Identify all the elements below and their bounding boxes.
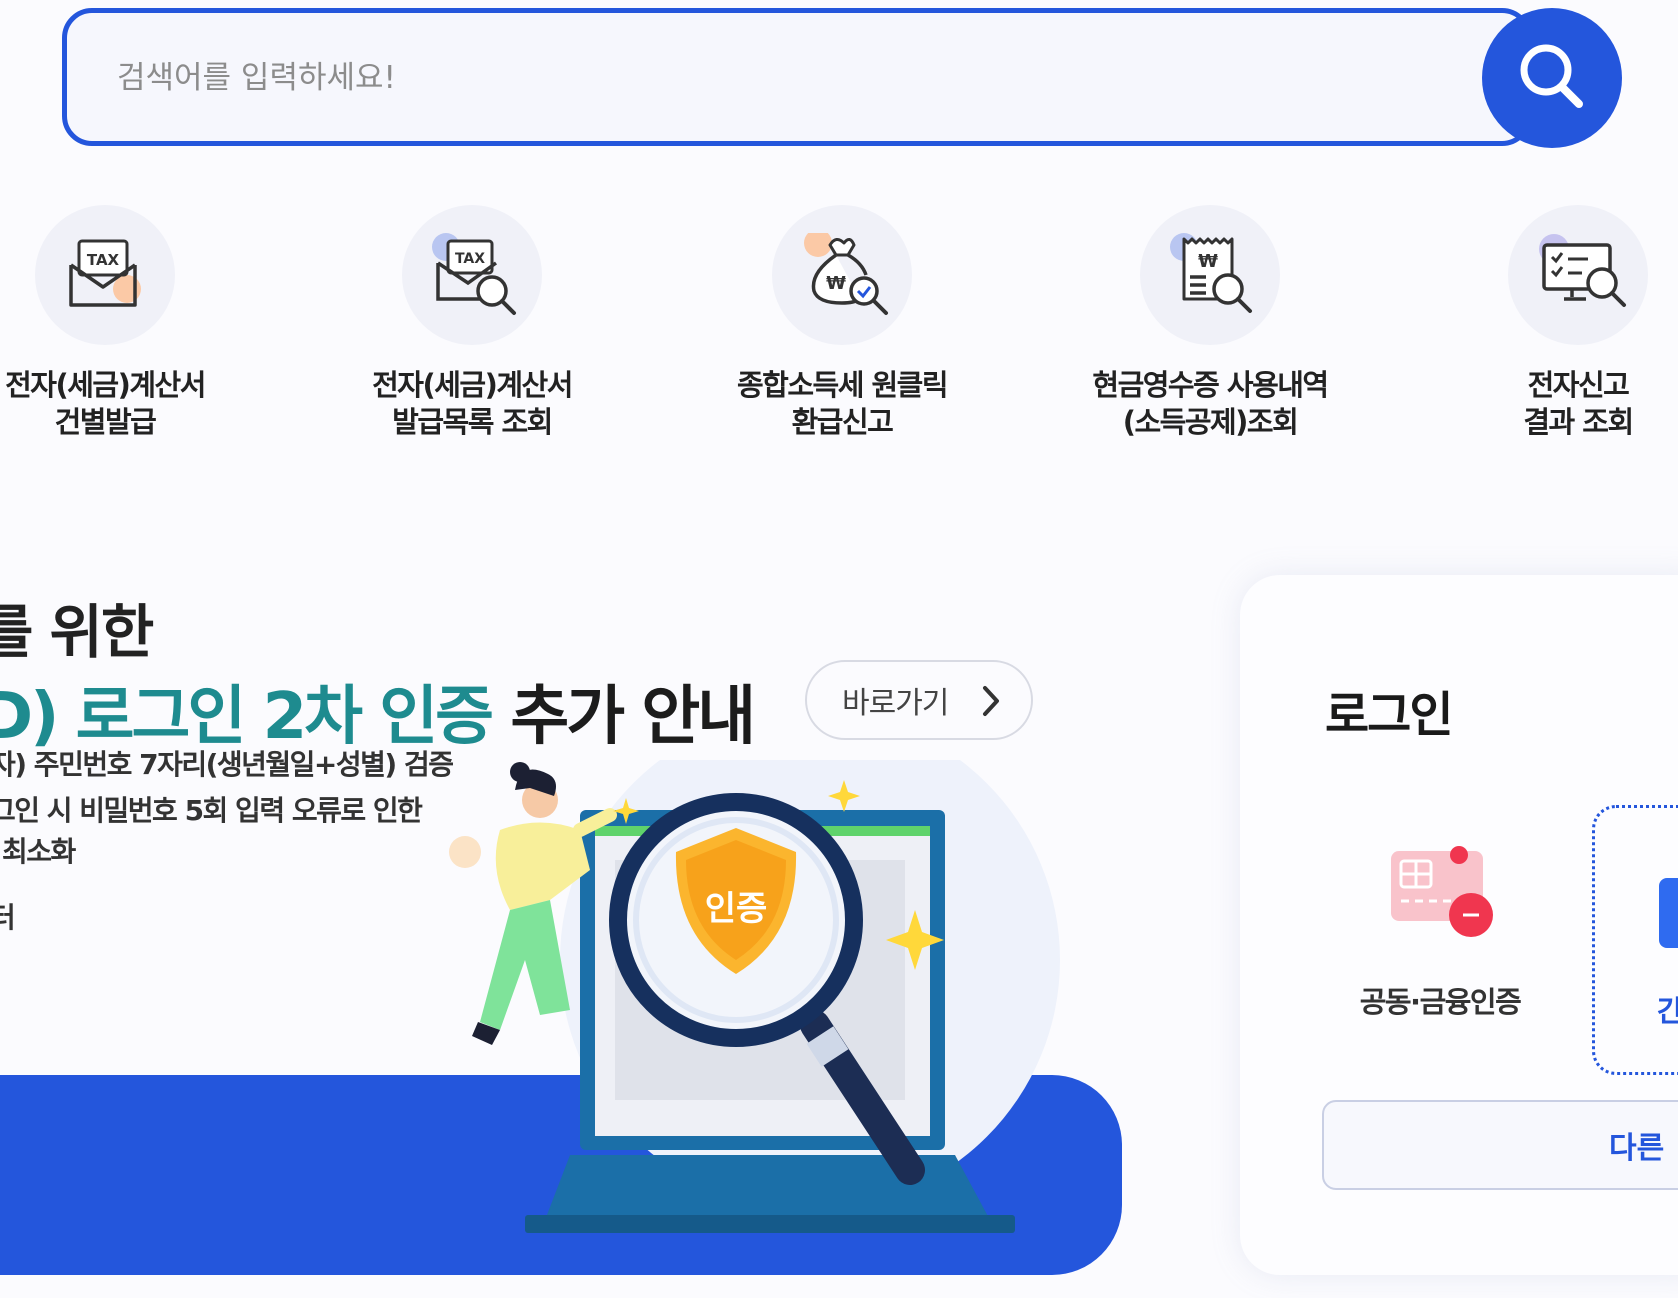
monitor-check-search-icon	[1508, 205, 1648, 345]
other-login-label: 다른	[1609, 1131, 1665, 1166]
banner-title-rest: 추가 안내	[491, 680, 756, 754]
notice-banner: 를 위한 D) 로그인 2차 인증 추가 안내 바로가기 자) 주민번호 7자리…	[0, 560, 1130, 1280]
quick-label: 전자(세금)계산서 건별발급	[5, 368, 206, 439]
tax-search-icon: TAX	[402, 205, 542, 345]
page: TAX 전자(세금)계산서 건별발급 TAX 전자(세금)계산	[0, 0, 1678, 1298]
receipt-search-icon: ₩	[1140, 205, 1280, 345]
svg-text:TAX: TAX	[455, 251, 485, 267]
go-button[interactable]: 바로가기	[805, 660, 1033, 740]
other-login-button[interactable]: 다른	[1322, 1100, 1678, 1190]
banner-desc-line4: 터	[0, 901, 16, 934]
quick-label: 현금영수증 사용내역 (소득공제)조회	[1092, 368, 1329, 439]
login-title: 로그인	[1325, 687, 1453, 743]
quick-item-tax-invoice-issue[interactable]: TAX 전자(세금)계산서 건별발급	[0, 205, 255, 441]
quick-item-e-filing-result[interactable]: 전자신고 결과 조회	[1428, 205, 1678, 441]
chevron-right-icon	[983, 686, 999, 716]
banner-title-line1: 를 위한	[0, 598, 154, 666]
money-bag-search-icon: ₩	[772, 205, 912, 345]
cert-label: 공동·금융인증	[1359, 985, 1522, 1019]
authentication-illustration: 인증	[449, 760, 1060, 1233]
simple-auth-icon	[1659, 878, 1678, 948]
search-button[interactable]	[1482, 8, 1622, 148]
svg-text:TAX: TAX	[87, 251, 120, 269]
tax-envelope-icon: TAX	[35, 205, 175, 345]
quick-item-income-tax-refund[interactable]: ₩ 종합소득세 원클릭 환급신고	[692, 205, 992, 441]
shield-badge-text: 인증	[705, 889, 768, 929]
quick-label: 전자(세금)계산서 발급목록 조회	[372, 368, 573, 439]
quick-menu: TAX 전자(세금)계산서 건별발급 TAX 전자(세금)계산서 발급목록 조회…	[0, 205, 1678, 445]
simple-auth-button[interactable]: 간	[1592, 805, 1678, 1075]
banner-desc-line2: 그인 시 비밀번호 5회 입력 오류로 인한	[0, 794, 423, 827]
search-box	[62, 8, 1532, 146]
login-panel: 로그인 공동·금융인증 간 다른	[1240, 575, 1678, 1275]
quick-label: 전자신고 결과 조회	[1523, 368, 1634, 439]
quick-item-cash-receipt[interactable]: ₩ 현금영수증 사용내역 (소득공제)조회	[1060, 205, 1360, 441]
go-button-label: 바로가기	[842, 686, 949, 721]
svg-text:₩: ₩	[826, 273, 846, 294]
banner-desc-line1: 자) 주민번호 7자리(생년월일+성별) 검증	[0, 748, 454, 781]
simple-auth-label: 간	[1657, 994, 1678, 1028]
search-input[interactable]	[117, 51, 1367, 105]
search-icon	[1520, 44, 1583, 108]
cert-card-icon	[1391, 846, 1493, 937]
joint-financial-cert-button[interactable]: 공동·금융인증	[1340, 835, 1540, 1021]
svg-text:₩: ₩	[1198, 251, 1218, 272]
quick-label: 종합소득세 원클릭 환급신고	[736, 368, 949, 439]
quick-item-tax-invoice-list[interactable]: TAX 전자(세금)계산서 발급목록 조회	[322, 205, 622, 441]
banner-desc-line3: 최소화	[2, 835, 76, 868]
search-bar	[62, 8, 1532, 146]
